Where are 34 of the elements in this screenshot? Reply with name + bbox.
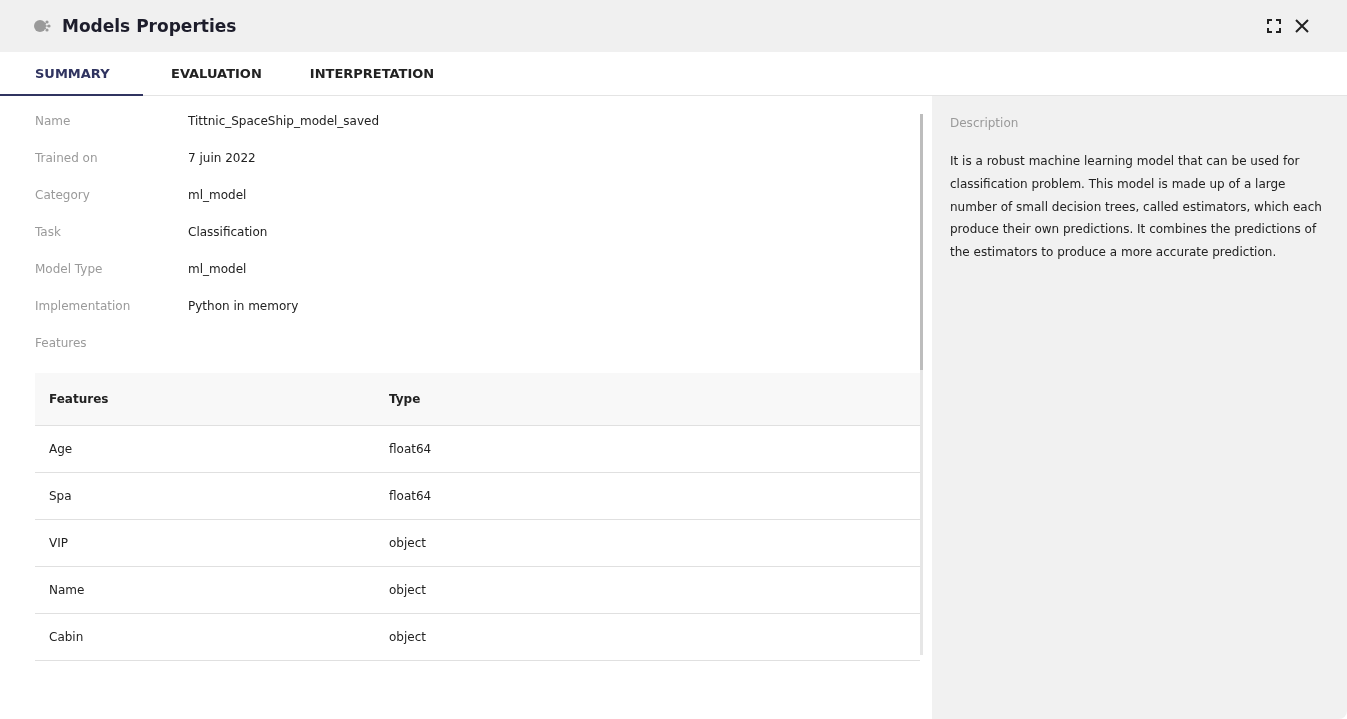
property-value: Python in memory xyxy=(188,299,299,313)
column-header: Type xyxy=(388,392,422,406)
property-value: Tittnic_SpaceShip_model_saved xyxy=(188,114,380,128)
property-label: Trained on xyxy=(35,151,99,165)
description-label: Description xyxy=(950,116,1020,130)
property-label: Category xyxy=(35,188,91,202)
tab[interactable]: INTERPRETATION xyxy=(281,52,455,96)
table-cell-text: Spa xyxy=(48,489,73,503)
property-label: Name xyxy=(35,114,72,128)
table-cell-text: Age xyxy=(48,442,74,456)
table-cell-text: object xyxy=(388,630,427,644)
property-label: Model Type xyxy=(35,262,104,276)
column-header: Features xyxy=(48,392,110,406)
tab[interactable]: SUMMARY xyxy=(0,52,143,96)
table-cell-text: object xyxy=(388,536,427,550)
table-cell-text: Name xyxy=(48,583,86,597)
description-text: It is a robust machine learning model that can be used for classification problem. This model is made up of a large number of small decision trees, called estimators, which each produce their own predictions. It combines the predictions of the estimators to produce a more accurate prediction. xyxy=(950,153,1323,262)
property-value: ml_model xyxy=(188,262,247,276)
expand-icon xyxy=(1267,19,1281,33)
table-cell-text: VIP xyxy=(48,536,69,550)
property-value: Classification xyxy=(188,225,268,239)
table-cell-text: Cabin xyxy=(48,630,85,644)
table-cell-text: float64 xyxy=(388,489,433,503)
window-title: Models Properties xyxy=(62,16,237,36)
section-label: Features xyxy=(35,336,88,350)
property-value: ml_model xyxy=(188,188,247,202)
close-icon xyxy=(1295,19,1309,33)
tab[interactable]: EVALUATION xyxy=(143,52,282,96)
property-label: Task xyxy=(35,225,62,239)
table-cell-text: object xyxy=(388,583,427,597)
table-cell-text: float64 xyxy=(388,442,433,456)
property-value: 7 juin 2022 xyxy=(188,151,256,165)
scrollbar[interactable] xyxy=(920,114,923,655)
property-label: Implementation xyxy=(35,299,132,313)
